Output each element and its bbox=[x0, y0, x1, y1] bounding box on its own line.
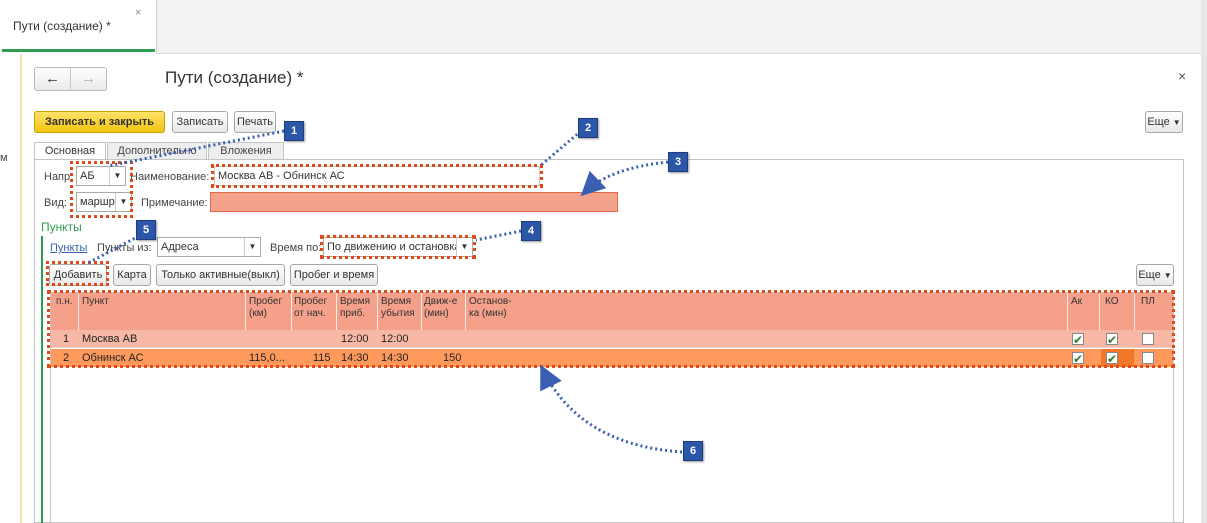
annotation-badge-3: 3 bbox=[668, 152, 688, 172]
points-more-label: Еще bbox=[1138, 269, 1161, 281]
time-by-label: Время по: bbox=[270, 242, 322, 254]
window-tab[interactable]: Пути (создание) * × bbox=[0, 0, 157, 54]
close-icon[interactable]: × bbox=[135, 7, 141, 19]
annotation-box-table bbox=[47, 290, 1175, 368]
points-from-label: Пункты из: bbox=[97, 242, 152, 254]
annotation-box-5 bbox=[46, 261, 109, 286]
page-title: Пути (создание) * bbox=[165, 68, 304, 87]
tab-additional[interactable]: Дополнительно bbox=[107, 142, 207, 160]
direction-label: Напр: bbox=[44, 171, 74, 183]
left-panel bbox=[0, 54, 22, 523]
screen: Пути (создание) * × м ← → Пути (создание… bbox=[0, 0, 1207, 523]
note-input[interactable] bbox=[210, 192, 618, 212]
annotation-badge-4: 4 bbox=[521, 221, 541, 241]
points-more-button[interactable]: Еще ▼ bbox=[1136, 264, 1174, 286]
annotation-badge-5: 5 bbox=[136, 220, 156, 240]
save-and-close-button[interactable]: Записать и закрыть bbox=[34, 111, 165, 133]
type-label: Вид: bbox=[44, 197, 67, 209]
vertical-scrollbar[interactable] bbox=[1201, 0, 1207, 523]
annotation-box-1 bbox=[70, 161, 133, 218]
points-from-select[interactable]: Адреса ▼ bbox=[157, 237, 261, 257]
section-divider bbox=[41, 236, 43, 523]
window-tab-label: Пути (создание) * bbox=[13, 19, 111, 33]
only-active-button[interactable]: Только активные(выкл) bbox=[156, 264, 285, 286]
forward-arrow-icon[interactable]: → bbox=[71, 68, 106, 90]
note-label: Примечание: bbox=[141, 197, 208, 209]
chevron-down-icon: ▼ bbox=[1163, 271, 1172, 280]
annotation-badge-1: 1 bbox=[284, 121, 304, 141]
chevron-down-icon: ▼ bbox=[1172, 118, 1181, 127]
name-label: Наименование: bbox=[130, 171, 210, 183]
annotation-box-2 bbox=[211, 164, 543, 188]
annotation-badge-6: 6 bbox=[683, 441, 703, 461]
navigation-buttons: ← → bbox=[34, 67, 107, 91]
left-panel-label: м bbox=[0, 152, 8, 164]
save-button[interactable]: Записать bbox=[172, 111, 228, 133]
mileage-time-button[interactable]: Пробег и время bbox=[290, 264, 378, 286]
annotation-box-4 bbox=[320, 235, 476, 259]
close-icon[interactable]: × bbox=[1178, 68, 1186, 84]
print-button[interactable]: Печать bbox=[234, 111, 276, 133]
chevron-down-icon[interactable]: ▼ bbox=[244, 238, 260, 256]
back-arrow-icon[interactable]: ← bbox=[35, 68, 71, 90]
map-button[interactable]: Карта bbox=[113, 264, 151, 286]
more-button-label: Еще bbox=[1147, 116, 1170, 128]
points-link[interactable]: Пункты bbox=[50, 242, 87, 254]
window-tabstrip: Пути (создание) * × bbox=[0, 0, 1207, 54]
annotation-badge-2: 2 bbox=[578, 118, 598, 138]
active-tab-indicator bbox=[2, 49, 155, 52]
points-section-title: Пункты bbox=[41, 220, 82, 234]
tab-attachments[interactable]: Вложения bbox=[208, 142, 284, 160]
points-from-value: Адреса bbox=[161, 241, 199, 253]
more-button[interactable]: Еще ▼ bbox=[1145, 111, 1183, 133]
